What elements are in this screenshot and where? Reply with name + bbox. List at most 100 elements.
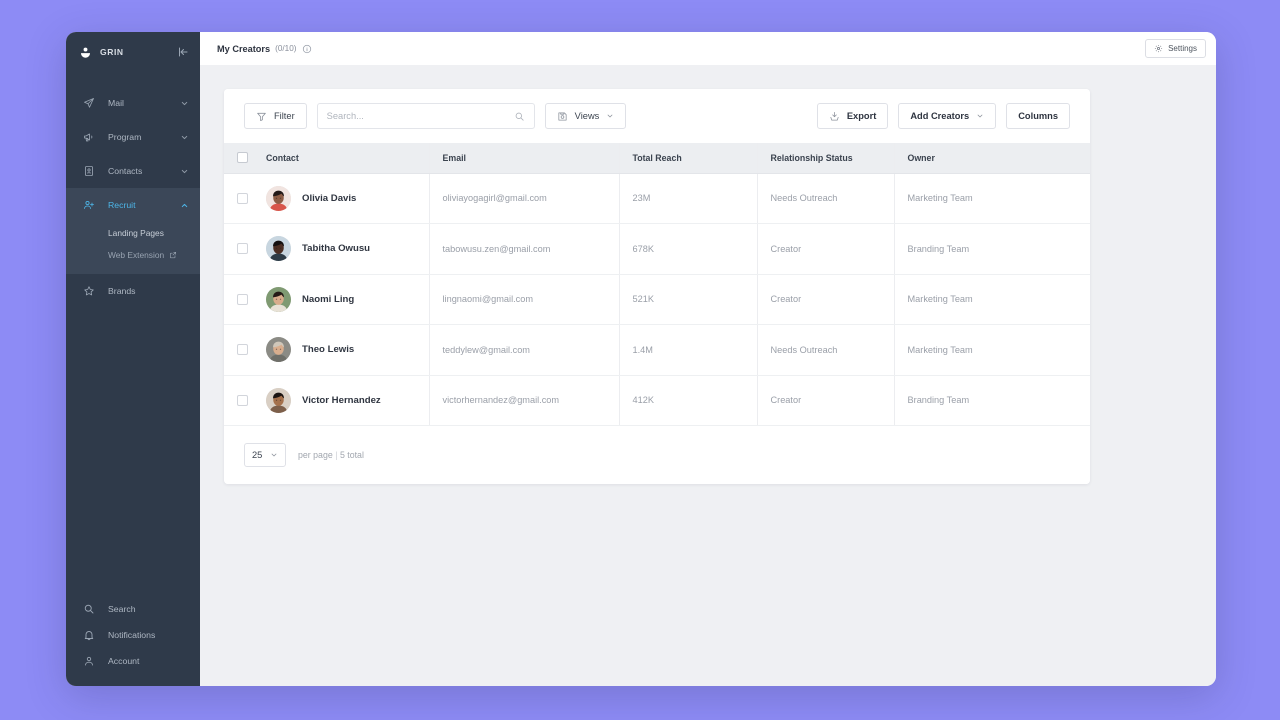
per-page-select[interactable]: 25: [244, 443, 286, 467]
row-select-cell: [224, 274, 253, 325]
owner-cell: Marketing Team: [894, 274, 1090, 325]
sidebar-item-label: Search: [108, 604, 136, 614]
pagination-summary: per page | 5 total: [298, 450, 364, 460]
relationship-status-cell: Creator: [757, 274, 895, 325]
contact-cell-wrap: Tabitha Owusu: [253, 223, 430, 275]
sidebar-item-brands[interactable]: Brands: [66, 274, 200, 308]
search-box[interactable]: [316, 103, 535, 129]
column-header-relationship-status[interactable]: Relationship Status: [757, 143, 895, 174]
total-reach-cell: 678K: [619, 223, 758, 275]
sidebar-item-label: Recruit: [108, 200, 136, 210]
views-button-label: Views: [574, 111, 600, 121]
views-button[interactable]: Views: [544, 103, 627, 129]
sidebar-subitem-web-extension[interactable]: Web Extension: [66, 244, 200, 266]
sidebar-item-label: Contacts: [108, 166, 143, 176]
sidebar-item-search[interactable]: Search: [66, 596, 200, 622]
chevron-down-icon: [606, 112, 614, 120]
row-checkbox[interactable]: [237, 344, 248, 356]
pagination-separator: |: [335, 450, 338, 460]
relationship-status-cell: Needs Outreach: [757, 173, 895, 224]
sidebar-item-notifications[interactable]: Notifications: [66, 622, 200, 648]
column-header-contact[interactable]: Contact: [253, 143, 430, 174]
external-link-icon: [169, 251, 177, 259]
sidebar-subitem-label: Landing Pages: [108, 228, 164, 238]
email-cell: oliviayogagirl@gmail.com: [429, 173, 620, 224]
export-download-icon: [829, 111, 840, 122]
add-creators-button[interactable]: Add Creators: [898, 103, 997, 129]
row-checkbox[interactable]: [237, 243, 248, 255]
column-header-email[interactable]: Email: [429, 143, 620, 174]
columns-button[interactable]: Columns: [1006, 103, 1070, 129]
table-header: Contact Email Total Reach Relationship S…: [224, 143, 1090, 174]
search-icon[interactable]: [514, 111, 525, 122]
sidebar-bottom-nav: Search Notifications Account: [66, 596, 200, 674]
user-icon: [83, 655, 95, 667]
avatar: [266, 236, 291, 262]
search-input[interactable]: [326, 111, 514, 121]
info-circle-icon[interactable]: [302, 44, 312, 54]
table-header-row: Contact Email Total Reach Relationship S…: [224, 143, 1090, 174]
email-cell: teddylew@gmail.com: [429, 324, 620, 376]
email-cell: lingnaomi@gmail.com: [429, 274, 620, 325]
export-button[interactable]: Export: [816, 103, 889, 129]
app-window: GRIN Mail Program Contacts Recruit Landi…: [66, 32, 1216, 686]
table-row[interactable]: Naomi Ling lingnaomi@gmail.com 521K Creator…: [224, 274, 1090, 325]
total-reach-cell: 521K: [619, 274, 758, 325]
contact-card-icon: [83, 165, 95, 177]
main-area: My Creators (0/10) Settings Filter Searc…: [200, 32, 1216, 686]
megaphone-icon: [83, 131, 95, 143]
sidebar-item-label: Notifications: [108, 630, 156, 640]
settings-button[interactable]: Settings: [1145, 39, 1206, 58]
table-toolbar: Filter Views: [224, 89, 1090, 143]
bell-icon: [83, 629, 95, 641]
table-footer: 25 per page | 5 total: [224, 426, 1090, 484]
per-page-value: 25: [252, 450, 263, 460]
avatar: [266, 185, 291, 211]
owner-cell: Marketing Team: [894, 324, 1090, 376]
table-body: Olivia Davis oliviayogagirl@gmail.com 23M N…: [224, 173, 1090, 426]
row-checkbox[interactable]: [237, 293, 248, 305]
export-button-label: Export: [846, 111, 877, 121]
relationship-status-cell: Creator: [757, 223, 895, 275]
contact-cell-wrap: Theo Lewis: [253, 324, 430, 376]
total-reach-cell: 412K: [619, 375, 758, 426]
email-cell: victorhernandez@gmail.com: [429, 375, 620, 426]
contact-name: Theo Lewis: [302, 344, 355, 356]
sidebar-item-program[interactable]: Program: [66, 120, 200, 154]
sidebar-item-label: Mail: [108, 98, 124, 108]
star-icon: [83, 285, 95, 297]
chevron-down-icon: [180, 99, 189, 108]
table-row[interactable]: Olivia Davis oliviayogagirl@gmail.com 23M N…: [224, 173, 1090, 224]
contact-cell-wrap: Olivia Davis: [253, 173, 430, 224]
row-checkbox[interactable]: [237, 394, 248, 406]
collapse-panel-icon[interactable]: [177, 46, 189, 58]
filter-button-label: Filter: [274, 111, 295, 121]
sidebar-subitem-landing-pages[interactable]: Landing Pages: [66, 222, 200, 244]
column-header-total-reach[interactable]: Total Reach: [619, 143, 758, 174]
total-reach-cell: 1.4M: [619, 324, 758, 376]
row-checkbox[interactable]: [237, 192, 248, 204]
column-header-owner[interactable]: Owner: [894, 143, 1090, 174]
creators-count: (0/10): [275, 44, 297, 53]
select-all-checkbox[interactable]: [237, 152, 248, 164]
table-row[interactable]: Tabitha Owusu tabowusu.zen@gmail.com 678K C…: [224, 223, 1090, 275]
sidebar-item-account[interactable]: Account: [66, 648, 200, 674]
sidebar-item-recruit[interactable]: Recruit: [66, 188, 200, 222]
contact-name: Tabitha Owusu: [302, 243, 371, 255]
table-row[interactable]: Victor Hernandez victorhernandez@gmail.co…: [224, 375, 1090, 426]
filter-button[interactable]: Filter: [244, 103, 307, 129]
avatar: [266, 286, 291, 312]
per-page-label: per page: [298, 450, 333, 460]
table-row[interactable]: Theo Lewis teddylew@gmail.com 1.4M Needs Ou…: [224, 324, 1090, 376]
sidebar-item-mail[interactable]: Mail: [66, 86, 200, 120]
row-select-cell: [224, 223, 253, 275]
chevron-down-icon: [180, 133, 189, 142]
row-select-cell: [224, 375, 253, 426]
chevron-down-icon: [270, 451, 278, 459]
sidebar: GRIN Mail Program Contacts Recruit Landi…: [66, 32, 200, 686]
sidebar-item-label: Program: [108, 132, 142, 142]
chevron-down-icon: [976, 112, 984, 120]
owner-cell: Branding Team: [894, 223, 1090, 275]
avatar: [266, 387, 291, 413]
sidebar-item-contacts[interactable]: Contacts: [66, 154, 200, 188]
